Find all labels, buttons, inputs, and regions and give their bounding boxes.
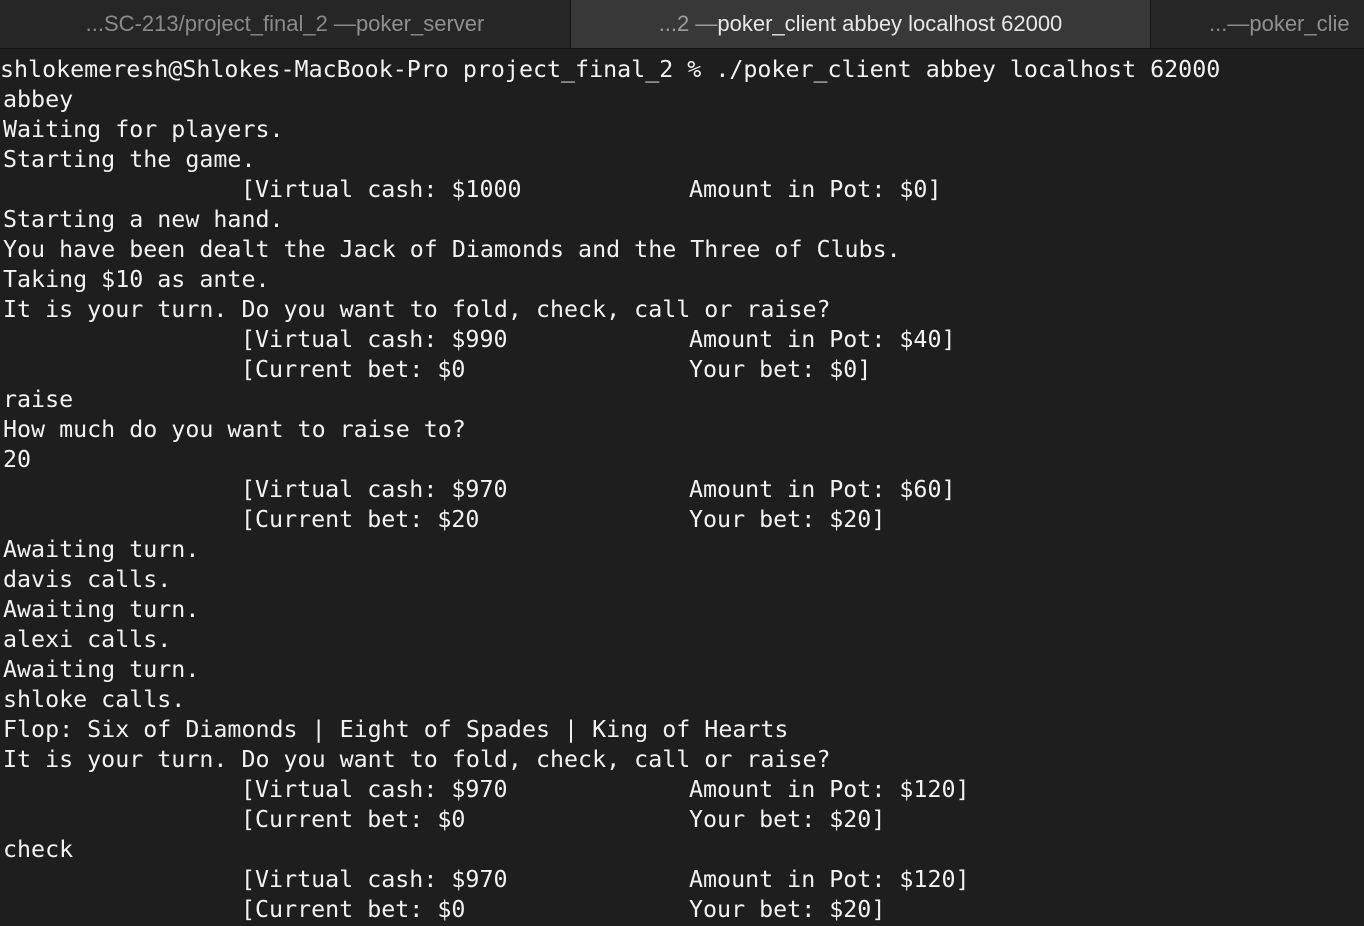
output-line: raise (0, 385, 1364, 415)
tab-poker-server[interactable]: ...SC-213/project_final_2 — poker_server (0, 0, 571, 48)
output-text: abbey (3, 86, 74, 113)
tab-poker-client-other[interactable]: ...— poker_clie (1151, 0, 1364, 48)
output-text: Starting a new hand. (3, 206, 284, 233)
output-line: [Current bet: $0 Your bet: $0] (0, 355, 1364, 385)
output-line: [Virtual cash: $970 Amount in Pot: $60] (0, 475, 1364, 505)
terminal-window: ...SC-213/project_final_2 — poker_server… (0, 0, 1364, 926)
status-left-text: [Virtual cash: $990 (241, 326, 508, 353)
status-right-text: Your bet: $20] (689, 506, 886, 533)
output-text: Awaiting turn. (3, 536, 200, 563)
output-line: Starting the game. (0, 145, 1364, 175)
command-prompt-line: shlokemeresh@Shlokes-MacBook-Pro project… (0, 55, 1361, 85)
output-text: Flop: Six of Diamonds | Eight of Spades … (3, 716, 789, 743)
output-line: Awaiting turn. (0, 535, 1364, 565)
tab-label: poker_clie (1249, 11, 1350, 36)
output-line: It is your turn. Do you want to fold, ch… (0, 745, 1364, 775)
tab-label: poker_client abbey localhost 62000 (717, 11, 1063, 36)
output-line: [Virtual cash: $1000 Amount in Pot: $0] (0, 175, 1364, 205)
output-line: shloke calls. (0, 685, 1364, 715)
tab-path: ...2 — (658, 11, 718, 36)
status-right-text: Amount in Pot: $120] (689, 866, 970, 893)
output-line: [Virtual cash: $970 Amount in Pot: $120] (0, 775, 1364, 805)
command-text: shlokemeresh@Shlokes-MacBook-Pro project… (0, 56, 1221, 83)
status-right-text: Your bet: $0] (689, 356, 872, 383)
output-text: How much do you want to raise to? (3, 416, 466, 443)
status-right-text: Amount in Pot: $0] (689, 176, 942, 203)
output-text: check (3, 836, 74, 863)
output-line: [Current bet: $0 Your bet: $20] (0, 805, 1364, 835)
output-text: alexi calls. (3, 626, 172, 653)
tab-bar: ...SC-213/project_final_2 — poker_server… (0, 0, 1364, 49)
output-line: abbey (0, 85, 1364, 115)
output-text: It is your turn. Do you want to fold, ch… (3, 746, 831, 773)
output-line: alexi calls. (0, 625, 1364, 655)
output-text: Starting the game. (3, 146, 256, 173)
tab-poker-client-abbey[interactable]: ...2 — poker_client abbey localhost 6200… (571, 0, 1151, 48)
output-line: [Current bet: $0 Your bet: $20] (0, 895, 1364, 925)
output-text: Taking $10 as ante. (3, 266, 270, 293)
status-right-text: Your bet: $20] (689, 896, 886, 923)
output-line: [Virtual cash: $970 Amount in Pot: $120] (0, 865, 1364, 895)
output-line: Awaiting turn. (0, 655, 1364, 685)
output-text: raise (3, 386, 74, 413)
status-left-text: [Current bet: $0 (241, 896, 466, 923)
output-text: You have been dealt the Jack of Diamonds… (3, 236, 901, 263)
tab-path: ...— (1209, 11, 1250, 36)
tab-path: ...SC-213/project_final_2 — (85, 11, 356, 36)
output-line: It is your turn. Do you want to fold, ch… (0, 295, 1364, 325)
status-right-text: Amount in Pot: $40] (689, 326, 956, 353)
status-left-text: [Virtual cash: $970 (241, 866, 508, 893)
output-text: 20 (3, 446, 32, 473)
output-text: It is your turn. Do you want to fold, ch… (3, 296, 831, 323)
output-line: Starting a new hand. (0, 205, 1364, 235)
output-text: Awaiting turn. (3, 656, 200, 683)
output-text: Awaiting turn. (3, 596, 200, 623)
status-left-text: [Current bet: $0 (241, 356, 466, 383)
output-line: davis calls. (0, 565, 1364, 595)
status-left-text: [Virtual cash: $970 (241, 476, 508, 503)
status-left-text: [Current bet: $0 (241, 806, 466, 833)
output-text: Waiting for players. (3, 116, 284, 143)
output-line: [Current bet: $20 Your bet: $20] (0, 505, 1364, 535)
status-left-text: [Virtual cash: $1000 (241, 176, 522, 203)
output-text: shloke calls. (3, 686, 186, 713)
status-right-text: Amount in Pot: $60] (689, 476, 956, 503)
status-right-text: Amount in Pot: $120] (689, 776, 970, 803)
output-line: Flop: Six of Diamonds | Eight of Spades … (0, 715, 1364, 745)
output-text: davis calls. (3, 566, 172, 593)
output-line: Awaiting turn. (0, 595, 1364, 625)
status-right-text: Your bet: $20] (689, 806, 886, 833)
output-line: You have been dealt the Jack of Diamonds… (0, 235, 1364, 265)
output-line: [Virtual cash: $990 Amount in Pot: $40] (0, 325, 1364, 355)
tab-label: poker_server (355, 11, 485, 36)
status-left-text: [Virtual cash: $970 (241, 776, 508, 803)
output-line: 20 (0, 445, 1364, 475)
output-line: Taking $10 as ante. (0, 265, 1364, 295)
output-line: check (0, 835, 1364, 865)
terminal-output[interactable]: shlokemeresh@Shlokes-MacBook-Pro project… (0, 55, 1364, 926)
output-line: Waiting for players. (0, 115, 1364, 145)
status-left-text: [Current bet: $20 (241, 506, 480, 533)
output-line: How much do you want to raise to? (0, 415, 1364, 445)
